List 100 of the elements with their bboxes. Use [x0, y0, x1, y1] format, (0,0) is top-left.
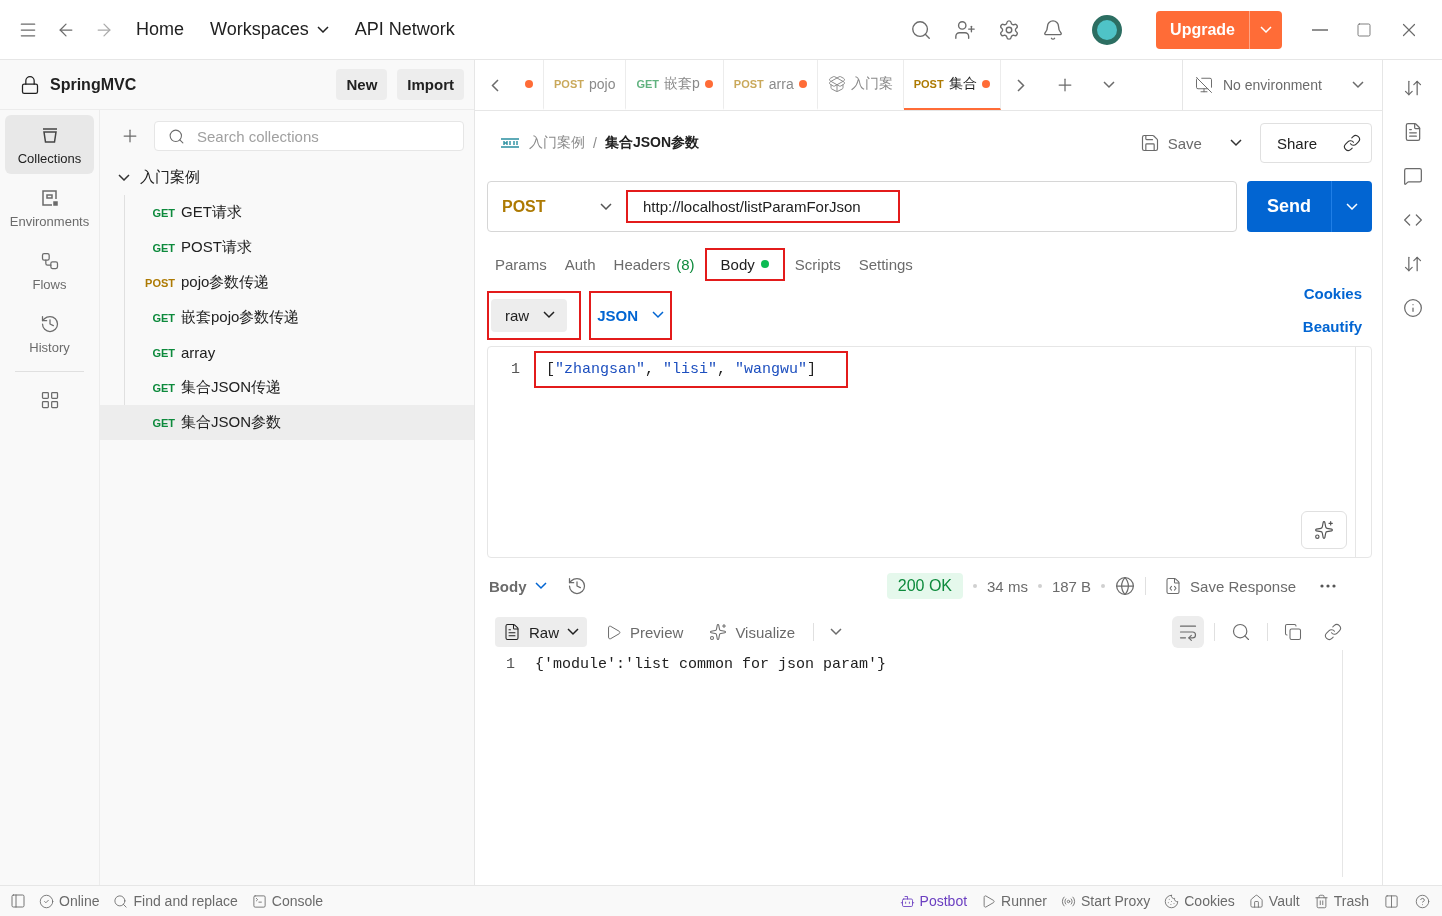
chevron-down-icon	[1260, 25, 1272, 34]
search-icon	[1231, 622, 1251, 642]
sparkle-icon	[1314, 520, 1334, 540]
save-response-button[interactable]: Save Response	[1156, 571, 1304, 601]
bell-icon	[1042, 18, 1065, 41]
add-user-icon	[954, 18, 977, 41]
request-tab[interactable]: GET 嵌套p	[626, 60, 724, 110]
history-icon	[39, 314, 60, 334]
request-section-tab[interactable]: Params	[487, 249, 555, 279]
nav-link[interactable]: API Network	[344, 13, 465, 46]
header-button[interactable]: Import	[397, 69, 464, 100]
chevron-right-icon	[1016, 78, 1025, 92]
body-mode-select[interactable]: raw	[491, 298, 568, 332]
breadcrumb-separator: /	[593, 135, 597, 151]
search-icon	[113, 893, 129, 909]
request-section-tab[interactable]: Settings	[850, 249, 921, 279]
status-bar-item[interactable]: Start Proxy	[1056, 891, 1156, 911]
play-icon	[981, 893, 997, 909]
method-select[interactable]: POST	[488, 197, 626, 216]
line-number: 1	[505, 656, 516, 673]
chevron-down-icon	[534, 582, 547, 590]
sidebar-tab[interactable]: Collections	[5, 115, 94, 174]
request-item[interactable]: GET GET请求	[125, 195, 474, 230]
share-button[interactable]: Share	[1260, 134, 1333, 152]
play-icon	[605, 623, 622, 641]
chevron-down-icon	[1346, 202, 1358, 211]
request-item[interactable]: POST pojo参数传递	[125, 265, 474, 300]
help-icon	[1415, 893, 1430, 909]
request-item[interactable]: GET 集合JSON参数	[100, 405, 474, 440]
code-line: ["zhangsan", "lisi", "wangwu"]	[545, 360, 818, 380]
code-editor[interactable]: 1 ["zhangsan", "lisi", "wangwu"]	[487, 346, 1372, 558]
minimize-icon	[1312, 28, 1328, 31]
request-section-tab[interactable]: Scripts	[786, 249, 849, 279]
response-view-select[interactable]: Body	[485, 571, 551, 601]
layout-icon	[1384, 893, 1399, 909]
status-badge: 200 OK	[886, 573, 964, 599]
more-icon	[1320, 584, 1336, 588]
nav-link[interactable]: Workspaces	[200, 13, 339, 46]
search-icon	[168, 128, 185, 145]
request-tab[interactable]: POST arra	[723, 60, 818, 110]
format-select[interactable]: Raw	[495, 617, 587, 647]
status-bar-item[interactable]: Runner	[976, 891, 1052, 911]
request-item[interactable]: GET 集合JSON传递	[125, 370, 474, 405]
sparkle-icon	[709, 623, 728, 641]
search-field[interactable]: Search collections	[154, 121, 464, 151]
magic-wand-button[interactable]	[1301, 511, 1347, 549]
status-bar-item[interactable]: Cookies	[1159, 891, 1240, 911]
request-item[interactable]: GET POST请求	[125, 230, 474, 265]
line-number: 1	[510, 361, 521, 378]
globe-icon	[1115, 576, 1136, 596]
flows-icon	[39, 251, 60, 271]
sidebar-tab[interactable]: Environments	[5, 178, 94, 237]
request-tab[interactable]: POST 集合	[903, 60, 1001, 110]
chevron-left-icon	[491, 78, 499, 92]
request-tab[interactable]: POST pojo	[544, 60, 627, 110]
cookie-icon	[1164, 893, 1180, 909]
status-bar-item[interactable]: Postbot	[894, 891, 973, 911]
chevron-down-icon	[118, 173, 130, 182]
wrap-lines-button[interactable]	[1172, 616, 1204, 648]
box-icon	[827, 75, 846, 93]
sidebar-tab[interactable]: History	[5, 304, 94, 363]
request-item[interactable]: GET 嵌套pojo参数传递	[125, 300, 474, 335]
status-bar-item[interactable]: Find and replace	[108, 891, 243, 911]
chevron-down-icon	[652, 311, 665, 319]
preview-button[interactable]: Preview	[597, 617, 692, 647]
breadcrumb-item: 集合JSON参数	[604, 134, 699, 152]
nav-link[interactable]: Home	[126, 13, 194, 46]
arrows-icon	[1402, 254, 1423, 274]
save-button[interactable]: Save	[1129, 127, 1212, 159]
request-section-tab[interactable]: Auth	[556, 249, 604, 279]
add-grid-icon	[39, 390, 60, 410]
visualize-button[interactable]: Visualize	[701, 617, 804, 647]
document-icon	[503, 623, 521, 641]
request-item[interactable]: GET array	[125, 335, 474, 370]
body-format-select[interactable]: JSON	[591, 298, 671, 332]
chevron-down-icon	[830, 628, 843, 636]
status-bar-item[interactable]: Vault	[1243, 891, 1305, 911]
request-section-tab[interactable]: Body	[712, 249, 777, 279]
cookies-link[interactable]: Cookies	[1297, 284, 1368, 303]
status-bar-item[interactable]: Online	[34, 891, 105, 911]
environment-icon	[39, 188, 60, 208]
http-icon	[499, 136, 521, 150]
environment-select[interactable]: No environment	[1182, 60, 1382, 110]
header-button[interactable]: New	[336, 69, 388, 100]
robot-icon	[899, 893, 915, 909]
lock-icon	[20, 74, 40, 95]
sidebar-tab[interactable]: Flows	[5, 241, 94, 300]
house-icon	[1248, 893, 1264, 909]
request-section-tab[interactable]: Headers (8)	[605, 249, 703, 279]
chevron-down-icon	[1352, 81, 1364, 89]
avatar[interactable]	[1092, 14, 1123, 45]
environment-off-icon	[1195, 76, 1213, 94]
folder-item[interactable]: 入门案例	[100, 160, 474, 195]
breadcrumb-item[interactable]: 入门案例	[529, 134, 585, 152]
beautify-link[interactable]: Beautify	[1296, 317, 1368, 336]
url-field[interactable]: http://localhost/listParamForJson	[628, 192, 898, 221]
link-icon	[1343, 134, 1361, 152]
status-bar-item[interactable]: Console	[246, 891, 329, 911]
status-bar-item[interactable]: Trash	[1308, 891, 1374, 911]
request-tab[interactable]: 入门案	[817, 60, 904, 110]
